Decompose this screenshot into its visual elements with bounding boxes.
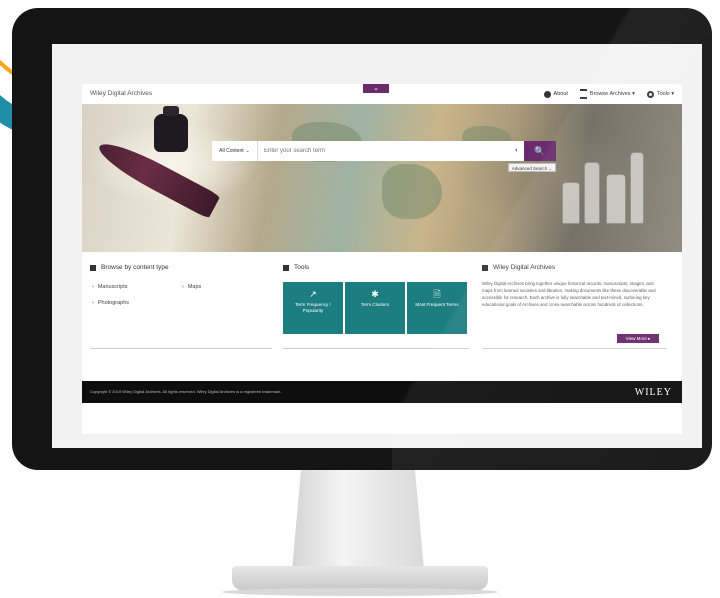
browse-item-label: Manuscripts [97, 284, 128, 290]
nav-about-label: About [553, 91, 568, 97]
square-icon [90, 264, 96, 271]
divider [90, 348, 272, 349]
list-icon [579, 89, 587, 99]
bottle [606, 174, 626, 224]
search-icon: 🔍 [534, 146, 546, 156]
website: Wiley Digital Archives ⌄ About Browse Ar… [82, 84, 682, 434]
search-bar: All Content ⌄ ◐ 🔍 [212, 141, 556, 161]
chevron-right-icon: › [92, 300, 94, 306]
nav-tools-label: Tools ▾ [656, 91, 674, 97]
tools-grid: ↗ Term Frequency / Popularity ✱ Term Clu… [283, 282, 467, 334]
wiley-logo[interactable]: WILEY [635, 387, 672, 398]
monitor-screen: Wiley Digital Archives ⌄ About Browse Ar… [52, 44, 702, 448]
monitor-bezel: Wiley Digital Archives ⌄ About Browse Ar… [12, 8, 712, 470]
tool-label: Term Clusters [360, 302, 390, 307]
cluster-icon: ✱ [371, 289, 379, 299]
browse-item-manuscripts[interactable]: › Manuscripts [92, 284, 128, 290]
tool-most-frequent-terms[interactable]: 🗎 Most Frequent Terms [407, 282, 467, 334]
bottle [630, 152, 644, 224]
trend-icon: ↗ [309, 289, 317, 299]
bottle [584, 162, 600, 224]
tool-term-clusters[interactable]: ✱ Term Clusters [345, 282, 405, 334]
gear-icon [283, 264, 289, 271]
help-icon [543, 90, 551, 98]
chevron-right-icon: › [182, 284, 184, 290]
tools-title: Tools [283, 264, 309, 271]
about-title: Wiley Digital Archives [482, 264, 555, 271]
hero-banner: All Content ⌄ ◐ 🔍 Advanced Search ⌄ [82, 104, 682, 252]
monitor-shadow [222, 588, 498, 596]
monitor-stand-neck [292, 470, 424, 570]
advanced-search-button[interactable]: Advanced Search ⌄ [508, 163, 556, 172]
collapse-tab[interactable]: ⌄ [363, 84, 389, 93]
chevron-down-icon: ⌄ [245, 148, 250, 154]
about-title-text: Wiley Digital Archives [493, 264, 556, 271]
search-scope-label: All Content [219, 148, 244, 154]
nav-tools[interactable]: Tools ▾ [646, 90, 674, 98]
site-footer: Copyright © 2019 Wiley Digital Archives.… [82, 381, 682, 403]
divider [482, 348, 666, 349]
tool-term-frequency[interactable]: ↗ Term Frequency / Popularity [283, 282, 343, 334]
browse-item-label: Photographs [97, 300, 130, 306]
content-columns: Browse by content type › Manuscripts › Map… [82, 252, 682, 372]
site-header: Wiley Digital Archives ⌄ About Browse Ar… [82, 84, 682, 105]
tool-label: Term Frequency / Popularity [295, 302, 331, 313]
nav-about[interactable]: About [543, 90, 568, 98]
divider [283, 348, 469, 349]
browse-title: Browse by content type [90, 264, 169, 271]
browse-panel: Browse by content type › Manuscripts › Map… [90, 252, 272, 372]
book-icon [482, 264, 488, 271]
tools-title-text: Tools [294, 264, 310, 271]
chevron-right-icon: › [92, 284, 94, 290]
lab-bottles-image [562, 134, 652, 224]
about-text: Wiley Digital Archives bring together un… [482, 281, 656, 308]
footer-copyright: Copyright © 2019 Wiley Digital Archives.… [90, 389, 282, 394]
site-logo[interactable]: Wiley Digital Archives [90, 90, 152, 97]
tools-panel: Tools ↗ Term Frequency / Popularity ✱ Te… [283, 252, 469, 372]
document-icon: 🗎 [433, 289, 441, 299]
bottle [562, 182, 580, 224]
monitor-stand-base [232, 566, 488, 590]
nav-browse-archives[interactable]: Browse Archives ▾ [579, 89, 635, 99]
voice-search-icon[interactable]: ◐ [510, 141, 524, 161]
browse-item-maps[interactable]: › Maps [182, 284, 201, 290]
browse-item-photographs[interactable]: › Photographs [92, 300, 129, 306]
search-scope-select[interactable]: All Content ⌄ [212, 141, 258, 161]
tool-label: Most Frequent Terms [415, 302, 459, 307]
browse-title-text: Browse by content type [101, 264, 169, 271]
search-input[interactable] [258, 141, 510, 161]
nav-browse-label: Browse Archives ▾ [589, 91, 635, 97]
header-nav: About Browse Archives ▾ Tools ▾ [543, 89, 674, 99]
search-button[interactable]: 🔍 [524, 141, 556, 161]
view-more-button[interactable]: View More ▸ [617, 334, 659, 343]
inkpot-image [154, 106, 188, 152]
about-panel: Wiley Digital Archives Wiley Digital Arc… [482, 252, 666, 372]
map-continent [382, 164, 442, 219]
gear-icon [646, 90, 654, 98]
browse-item-label: Maps [187, 284, 202, 290]
